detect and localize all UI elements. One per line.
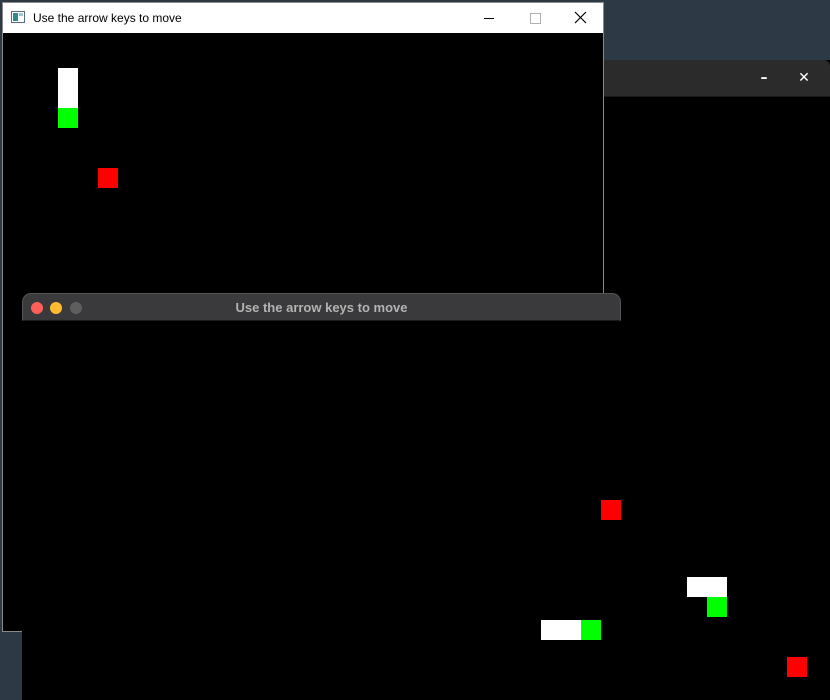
app-icon xyxy=(11,11,25,23)
window-title: Use the arrow keys to move xyxy=(33,11,182,25)
game-canvas[interactable] xyxy=(603,97,830,700)
snake-body-segment xyxy=(687,577,707,597)
game-window-linux: – ✕ xyxy=(603,60,830,700)
minimize-button[interactable]: – xyxy=(754,68,774,88)
food-pellet xyxy=(787,657,807,677)
food-pellet xyxy=(98,168,118,188)
maximize-icon[interactable] xyxy=(512,3,558,33)
snake-head xyxy=(581,620,601,640)
minimize-icon[interactable] xyxy=(466,3,512,33)
snake-body-segment xyxy=(58,68,78,88)
game-window-mac: Use the arrow keys to move xyxy=(22,293,621,700)
snake-body-segment xyxy=(58,88,78,108)
window-titlebar[interactable]: Use the arrow keys to move xyxy=(22,293,621,321)
snake-body-segment xyxy=(561,620,581,640)
window-title: Use the arrow keys to move xyxy=(235,300,408,315)
snake-body-segment xyxy=(707,577,727,597)
close-button[interactable]: ✕ xyxy=(794,68,814,88)
close-icon[interactable] xyxy=(558,3,604,33)
window-titlebar[interactable]: – ✕ xyxy=(603,60,830,97)
game-canvas[interactable] xyxy=(22,321,621,700)
food-pellet xyxy=(601,500,621,520)
window-titlebar[interactable]: Use the arrow keys to move xyxy=(3,3,603,33)
snake-head xyxy=(58,108,78,128)
snake-head xyxy=(707,597,727,617)
snake-body-segment xyxy=(541,620,561,640)
